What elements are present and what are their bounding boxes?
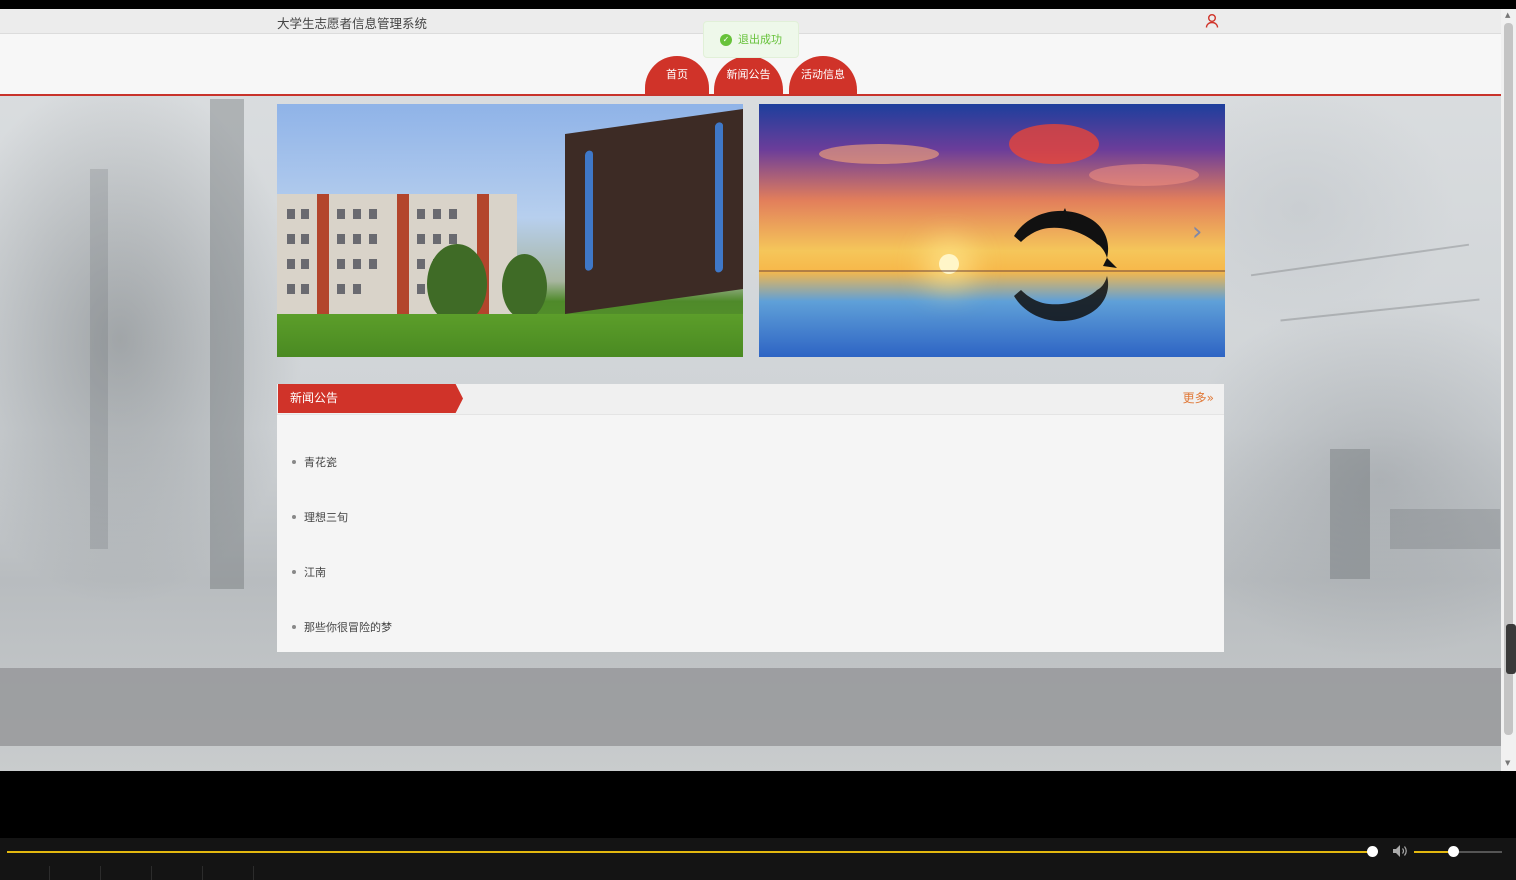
success-toast: ✓ 退出成功 xyxy=(703,21,799,58)
player-button-row xyxy=(0,866,1516,880)
user-icon[interactable] xyxy=(1204,13,1220,29)
side-handle[interactable] xyxy=(1506,624,1516,674)
nav-tab-news[interactable]: 新闻公告 xyxy=(714,56,783,94)
tall-building-illustration xyxy=(565,108,743,314)
volume-knob[interactable] xyxy=(1448,846,1459,857)
news-section-header: 新闻公告 更多» xyxy=(277,384,1224,415)
player-button[interactable] xyxy=(0,866,50,880)
news-list-item[interactable]: 青花瓷 xyxy=(292,454,337,470)
double-chevron-right-icon: » xyxy=(1206,391,1214,405)
dolphin-reflection xyxy=(1014,276,1109,322)
check-circle-icon: ✓ xyxy=(720,34,732,46)
news-item-title: 那些你很冒险的梦 xyxy=(304,621,392,634)
nav-tab-label: 活动信息 xyxy=(801,68,845,81)
page-footer xyxy=(0,668,1501,746)
chevron-right-icon[interactable]: › xyxy=(1192,217,1202,247)
nav-tab-label: 首页 xyxy=(666,68,688,81)
browser-viewport: 大学生志愿者信息管理系统 首页 新闻公告 活动信息 ✓ 退出成功 › 新闻公告 … xyxy=(0,9,1516,771)
site-title: 大学生志愿者信息管理系统 xyxy=(277,16,428,31)
more-label: 更多 xyxy=(1182,391,1207,405)
horizon xyxy=(759,270,1225,272)
player-button[interactable] xyxy=(51,866,101,880)
news-section-title: 新闻公告 xyxy=(278,384,463,413)
news-item-title: 理想三旬 xyxy=(304,511,348,524)
carousel-slide-dolphin[interactable] xyxy=(759,104,1225,357)
speaker-icon[interactable] xyxy=(1391,843,1409,859)
player-button[interactable] xyxy=(204,866,254,880)
news-item-title: 青花瓷 xyxy=(304,456,337,469)
news-section: 新闻公告 更多» 青花瓷 理想三旬 江南 那些你很冒险的梦 xyxy=(277,384,1224,652)
news-list-item[interactable]: 江南 xyxy=(292,564,326,580)
nav-tab-home[interactable]: 首页 xyxy=(645,56,709,94)
player-button[interactable] xyxy=(153,866,203,880)
scroll-up-icon[interactable]: ▲ xyxy=(1505,11,1510,19)
nav-tab-label: 新闻公告 xyxy=(726,68,771,81)
scroll-down-icon[interactable]: ▼ xyxy=(1505,759,1510,767)
news-list-item[interactable]: 那些你很冒险的梦 xyxy=(292,619,392,635)
toast-message: 退出成功 xyxy=(738,33,782,46)
news-item-title: 江南 xyxy=(304,566,326,579)
progress-bar[interactable] xyxy=(7,851,1373,853)
more-link[interactable]: 更多» xyxy=(1183,389,1214,406)
news-list-item[interactable]: 理想三旬 xyxy=(292,509,348,525)
player-button[interactable] xyxy=(102,866,152,880)
nav-tab-activities[interactable]: 活动信息 xyxy=(789,56,857,94)
video-player-controls xyxy=(0,838,1516,880)
carousel-slide-campus[interactable] xyxy=(277,104,743,357)
screen: 大学生志愿者信息管理系统 首页 新闻公告 活动信息 ✓ 退出成功 › 新闻公告 … xyxy=(0,0,1516,880)
dolphin-silhouette xyxy=(1014,208,1117,268)
lawn xyxy=(277,314,743,357)
progress-knob[interactable] xyxy=(1367,846,1378,857)
